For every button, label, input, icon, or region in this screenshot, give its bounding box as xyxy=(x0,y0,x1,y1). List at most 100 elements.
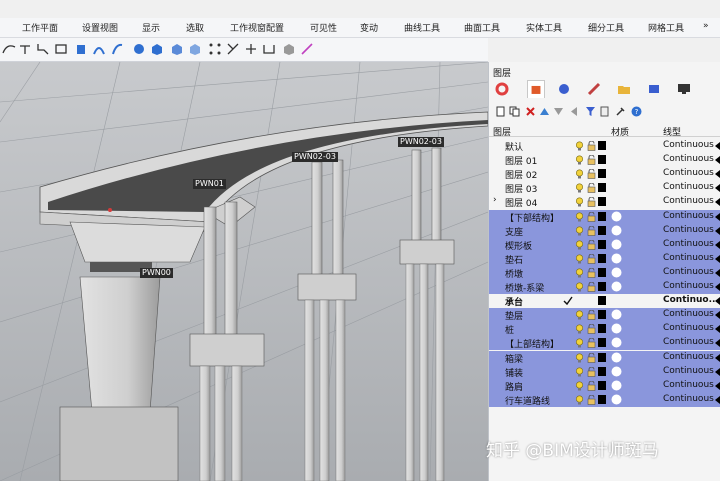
linetype-value[interactable]: Continuous xyxy=(663,352,714,362)
lock-icon[interactable] xyxy=(587,253,596,264)
copy-icon[interactable] xyxy=(599,106,610,117)
linetype-value[interactable]: Continuous xyxy=(663,380,714,390)
filter-icon[interactable] xyxy=(585,106,596,117)
visibility-bulb-icon[interactable] xyxy=(575,254,584,264)
curve-icon[interactable] xyxy=(2,42,16,56)
layer-color-swatch[interactable] xyxy=(598,141,606,150)
current-layer-check-icon[interactable] xyxy=(563,296,573,306)
tab-set-view[interactable]: 设置视图 xyxy=(82,21,118,34)
layer-row[interactable]: 图层 02 Continuous xyxy=(489,167,720,181)
lock-icon[interactable] xyxy=(587,338,596,349)
layer-color-swatch[interactable] xyxy=(598,239,606,249)
layers-tab-icon[interactable] xyxy=(527,80,545,98)
cube-icon[interactable] xyxy=(170,42,184,56)
linetype-value[interactable]: Continuous xyxy=(663,366,714,376)
material-sphere-icon[interactable] xyxy=(611,380,622,391)
display-tab-icon[interactable] xyxy=(675,80,693,98)
visibility-bulb-icon[interactable] xyxy=(575,268,584,278)
tab-workplane[interactable]: 工作平面 xyxy=(22,21,58,34)
visibility-bulb-icon[interactable] xyxy=(575,324,584,334)
visibility-bulb-icon[interactable] xyxy=(575,211,584,222)
visibility-bulb-icon[interactable] xyxy=(575,183,584,193)
linetype-value[interactable]: Continuous xyxy=(663,394,714,404)
lock-icon[interactable] xyxy=(587,183,596,194)
control-points-icon[interactable] xyxy=(208,42,222,56)
visibility-bulb-icon[interactable] xyxy=(575,197,584,207)
layer-color-swatch[interactable] xyxy=(598,197,606,207)
visibility-bulb-icon[interactable] xyxy=(575,352,584,363)
tab-transform[interactable]: 变动 xyxy=(360,21,378,34)
move-parent-icon[interactable] xyxy=(569,106,580,117)
layer-color-swatch[interactable] xyxy=(598,169,606,179)
linetype-value[interactable]: Continuous xyxy=(663,196,714,206)
layer-color-swatch[interactable] xyxy=(598,310,606,320)
tab-curve-tools[interactable]: 曲线工具 xyxy=(404,21,440,34)
trim-icon[interactable] xyxy=(226,42,240,56)
layer-color-swatch[interactable] xyxy=(598,267,606,277)
tab-select[interactable]: 选取 xyxy=(186,21,204,34)
linetype-value[interactable]: Continuous xyxy=(663,225,714,235)
linetype-value[interactable]: Continuous xyxy=(663,253,714,263)
lock-icon[interactable] xyxy=(587,366,596,377)
material-sphere-icon[interactable] xyxy=(611,352,622,363)
expand-arrow-icon[interactable]: › xyxy=(493,195,497,205)
linetype-value[interactable]: Continuous xyxy=(663,140,714,150)
tab-overflow[interactable]: » xyxy=(703,21,709,31)
layer-row[interactable]: › 图层 04 Continuous xyxy=(489,195,720,209)
visibility-bulb-icon[interactable] xyxy=(575,310,584,320)
perspective-viewport[interactable]: PWN01 PWN02-03 PWN02-03 PWN00 xyxy=(0,62,488,481)
material-sphere-icon[interactable] xyxy=(611,281,622,292)
linetype-value[interactable]: Continuous xyxy=(663,239,714,249)
linetype-value[interactable]: Continuous xyxy=(663,154,714,164)
material-sphere-icon[interactable] xyxy=(611,267,622,278)
layer-row[interactable]: 图层 03 Continuous xyxy=(489,181,720,195)
color-wheel-icon[interactable] xyxy=(493,80,511,98)
linetype-value[interactable]: Continuo... xyxy=(663,295,719,305)
layer-row[interactable]: 垫层 Continuous xyxy=(489,308,720,323)
lock-icon[interactable] xyxy=(587,282,596,292)
material-sphere-icon[interactable] xyxy=(611,253,622,264)
linetype-value[interactable]: Continuous xyxy=(663,323,714,333)
column-linetype[interactable]: 线型 xyxy=(663,125,681,138)
tab-mesh-tools[interactable]: 网格工具 xyxy=(648,21,684,34)
material-tab-icon[interactable] xyxy=(585,80,603,98)
layer-color-swatch[interactable] xyxy=(598,352,606,362)
material-sphere-icon[interactable] xyxy=(611,211,622,222)
visibility-bulb-icon[interactable] xyxy=(575,338,584,348)
layer-row[interactable]: 图层 01 Continuous xyxy=(489,153,720,167)
layer-row[interactable]: 桥墩 Continuous xyxy=(489,265,720,280)
linetype-value[interactable]: Continuous xyxy=(663,182,714,192)
lock-icon[interactable] xyxy=(587,211,596,222)
linetype-value[interactable]: Continuous xyxy=(663,267,714,277)
lock-icon[interactable] xyxy=(587,380,596,391)
layer-row[interactable]: 箱梁 Continuous xyxy=(489,350,720,365)
texture-tab-icon[interactable] xyxy=(645,80,663,98)
linetype-value[interactable]: Continuous xyxy=(663,337,714,347)
tab-display[interactable]: 显示 xyxy=(142,21,160,34)
tab-solid-tools[interactable]: 实体工具 xyxy=(526,21,562,34)
layer-row[interactable]: 铺装 Continuous xyxy=(489,364,720,379)
lock-icon[interactable] xyxy=(587,310,596,320)
layer-row[interactable]: 楔形板 Continuous xyxy=(489,237,720,252)
visibility-bulb-icon[interactable] xyxy=(575,381,584,391)
layer-color-swatch[interactable] xyxy=(598,211,606,221)
lock-icon[interactable] xyxy=(587,267,596,278)
box-icon[interactable] xyxy=(74,42,88,56)
boolean-icon[interactable] xyxy=(188,42,202,56)
visibility-bulb-icon[interactable] xyxy=(575,367,584,377)
move-down-icon[interactable] xyxy=(553,106,564,117)
layer-color-swatch[interactable] xyxy=(598,282,606,291)
lock-icon[interactable] xyxy=(587,155,596,165)
tab-visibility[interactable]: 可见性 xyxy=(310,21,337,34)
linetype-value[interactable]: Continuous xyxy=(663,211,714,221)
lock-icon[interactable] xyxy=(587,239,596,250)
new-layer-icon[interactable] xyxy=(495,106,506,117)
tab-surface-tools[interactable]: 曲面工具 xyxy=(464,21,500,34)
lock-icon[interactable] xyxy=(587,394,596,405)
visibility-bulb-icon[interactable] xyxy=(575,282,584,292)
column-layer[interactable]: 图层 xyxy=(493,125,511,138)
layer-color-swatch[interactable] xyxy=(598,380,606,390)
tab-viewport-layout[interactable]: 工作视窗配置 xyxy=(230,21,284,34)
help-icon[interactable]: ? xyxy=(631,106,642,117)
tools-icon[interactable] xyxy=(615,106,626,117)
